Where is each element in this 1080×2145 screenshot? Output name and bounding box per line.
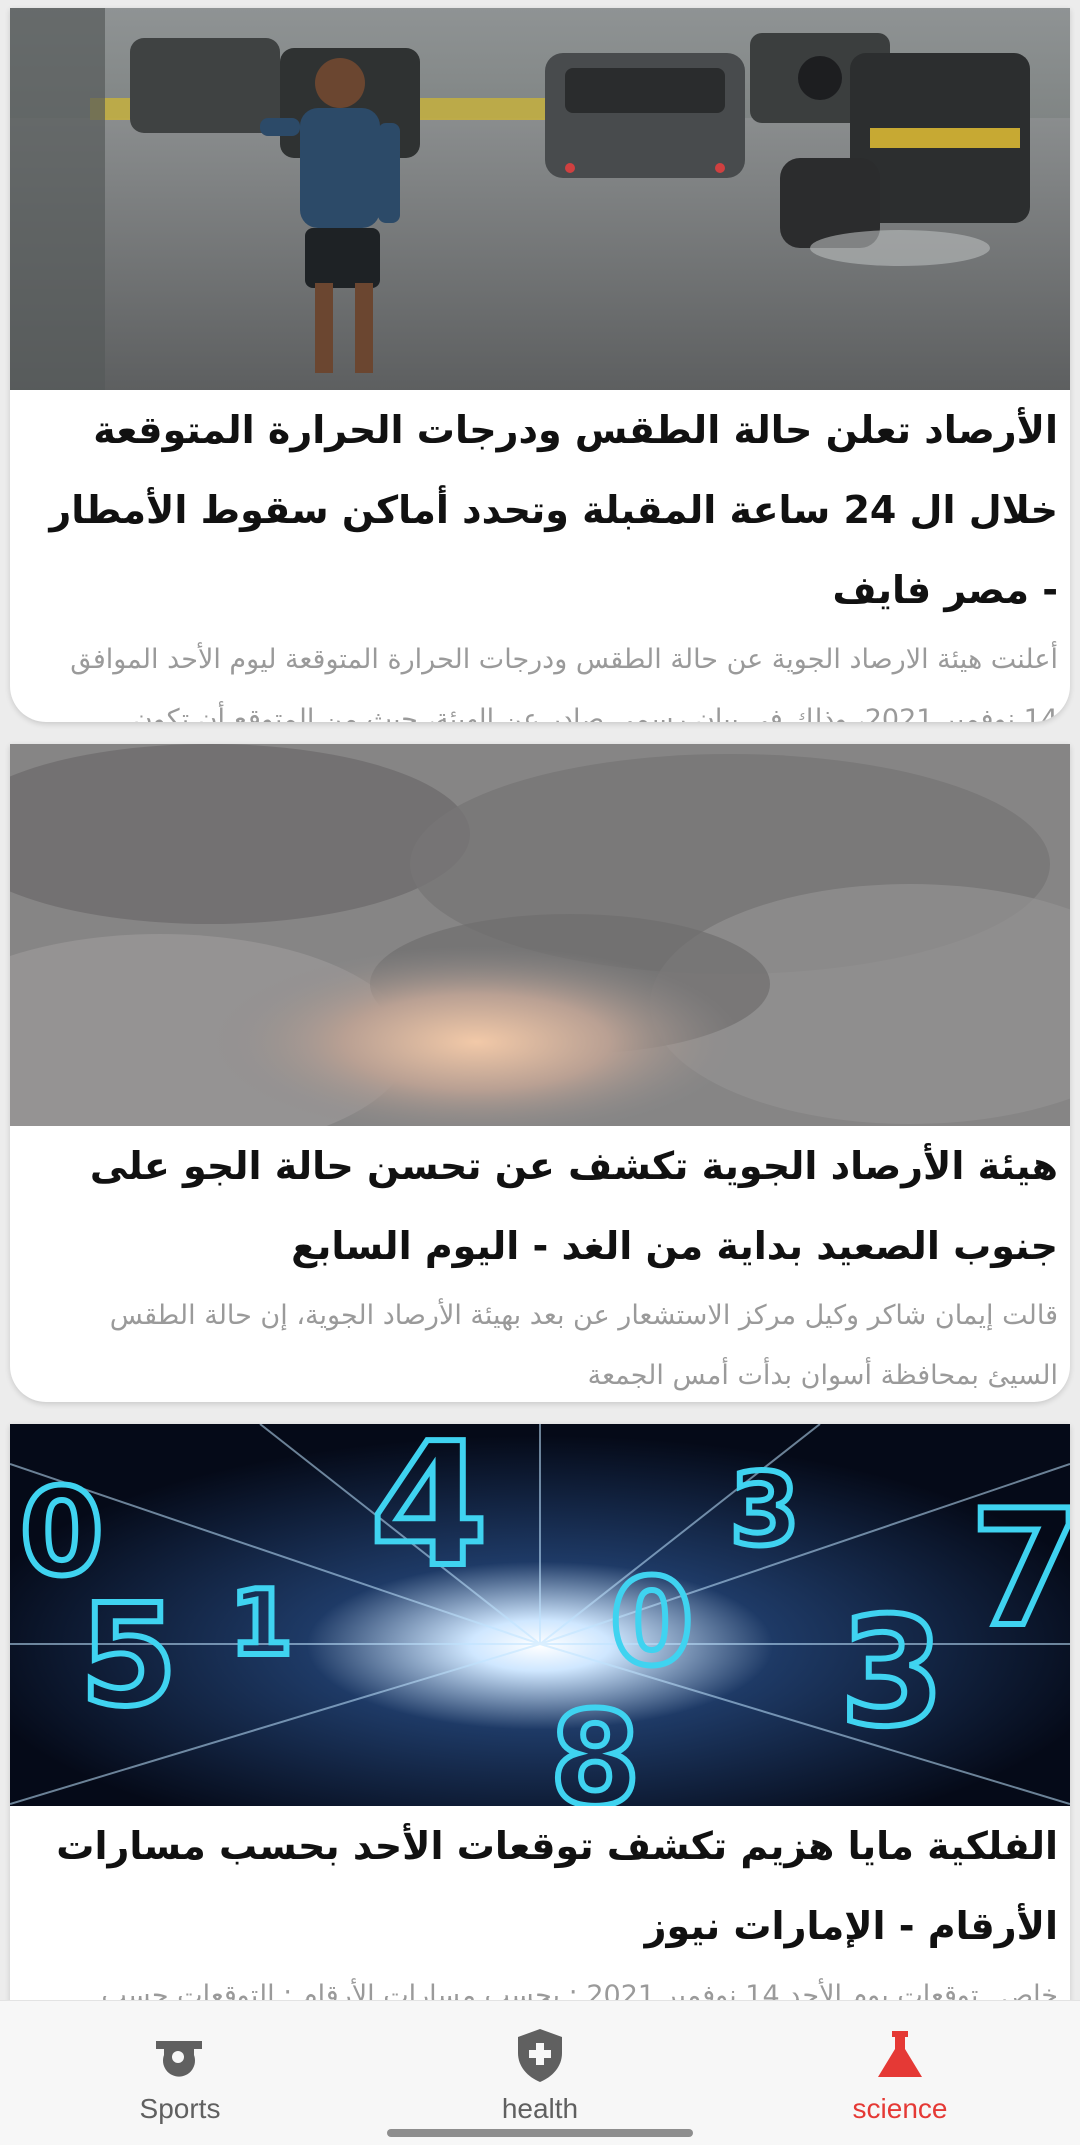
svg-text:0: 0: [20, 1464, 104, 1603]
shield-plus-icon: [518, 2029, 562, 2082]
bottom-navigation: Sports health science: [0, 2000, 1080, 2145]
svg-text:4: 4: [370, 1424, 488, 1605]
svg-text:3: 3: [730, 1451, 800, 1568]
article-description: قالت إيمان شاكر وكيل مركز الاستشعار عن ب…: [109, 1300, 1058, 1391]
nav-label: Sports: [139, 2093, 221, 2124]
news-feed[interactable]: الأرصاد تعلن حالة الطقس ودرجات الحرارة ا…: [0, 0, 1080, 2000]
article-description: خاص_ توقعات يوم الأحد 14 نوفمبر 2021 : ب…: [101, 1980, 1058, 2000]
nav-label: science: [852, 2093, 948, 2124]
nav-label: health: [501, 2093, 579, 2124]
article-image[interactable]: [10, 744, 1070, 1126]
article-card[interactable]: 4 0 5 3 3 8 1 7 0 الفلكية مايا هزيم تكشف…: [10, 1424, 1070, 2000]
svg-text:0: 0: [610, 1554, 694, 1693]
gesture-handle: [387, 2129, 693, 2137]
article-image[interactable]: [10, 8, 1070, 390]
svg-text:7: 7: [970, 1475, 1070, 1662]
article-title[interactable]: الأرصاد تعلن حالة الطقس ودرجات الحرارة ا…: [10, 390, 1070, 630]
svg-text:8: 8: [550, 1683, 640, 1806]
article-card[interactable]: الأرصاد تعلن حالة الطقس ودرجات الحرارة ا…: [10, 8, 1070, 722]
article-description: أعلنت هيئة الارصاد الجوية عن حالة الطقس …: [70, 644, 1058, 722]
article-image[interactable]: 4 0 5 3 3 8 1 7 0: [10, 1424, 1070, 1806]
whistle-icon: [156, 2041, 202, 2077]
flask-icon: [878, 2031, 922, 2077]
nav-item-health[interactable]: health: [360, 2001, 720, 2145]
nav-item-sports[interactable]: Sports: [0, 2001, 360, 2145]
svg-text:3: 3: [840, 1586, 944, 1760]
article-card[interactable]: هيئة الأرصاد الجوية تكشف عن تحسن حالة ال…: [10, 744, 1070, 1402]
nav-item-science[interactable]: science: [720, 2001, 1080, 2145]
article-title[interactable]: الفلكية مايا هزيم تكشف توقعات الأحد بحسب…: [10, 1806, 1070, 1966]
svg-text:1: 1: [230, 1571, 293, 1676]
article-title[interactable]: هيئة الأرصاد الجوية تكشف عن تحسن حالة ال…: [10, 1126, 1070, 1286]
